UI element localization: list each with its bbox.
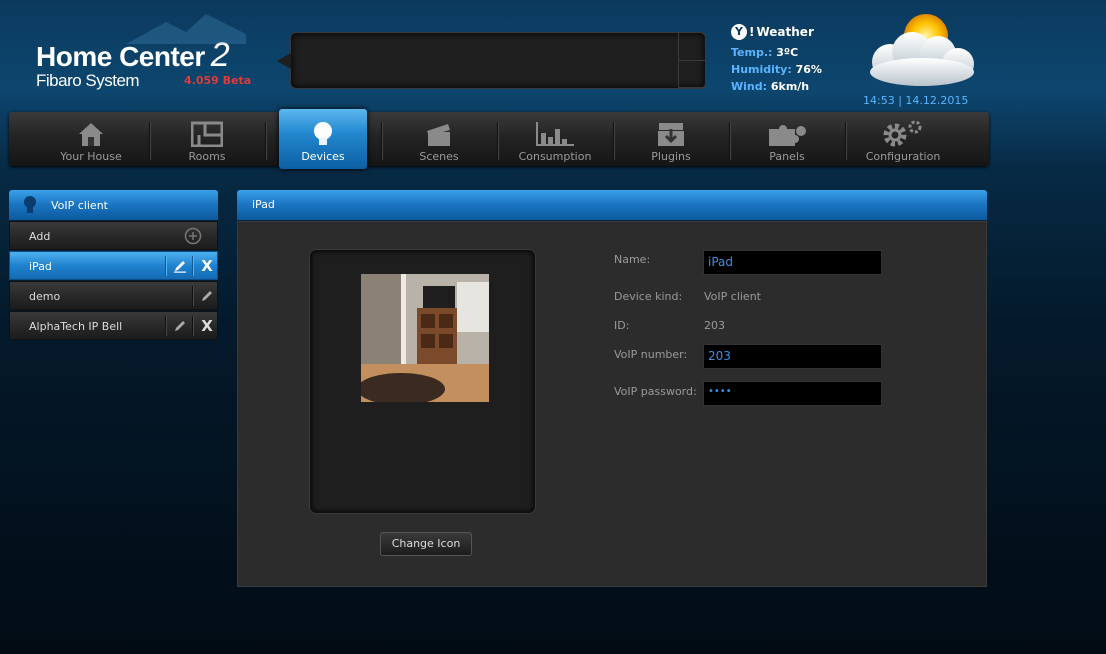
list-item-demo[interactable]: demo — [9, 281, 218, 310]
add-label: Add — [29, 230, 51, 243]
voip-number-label: VoIP number: — [614, 348, 688, 361]
edit-icon[interactable] — [171, 257, 189, 275]
humidity-value: 76% — [795, 63, 822, 76]
list-item-label: AlphaTech IP Bell — [29, 320, 123, 333]
message-scroll[interactable] — [678, 33, 705, 88]
house-outline-icon — [126, 14, 246, 44]
bulb-icon — [24, 196, 36, 213]
change-icon-button[interactable]: Change Icon — [380, 532, 472, 556]
add-device-button[interactable]: Add — [9, 221, 218, 250]
nav-devices[interactable]: Devices — [279, 109, 367, 169]
puzzle-icon — [769, 125, 806, 146]
nav-consumption[interactable]: Consumption — [497, 112, 613, 166]
id-label: ID: — [614, 319, 630, 332]
name-label: Name: — [614, 253, 651, 266]
gears-icon — [883, 120, 922, 147]
nav-label: Panels — [769, 150, 805, 163]
wind-value: 6km/h — [770, 80, 810, 93]
yahoo-icon: Y — [731, 24, 747, 40]
logo: Home Center 2 Fibaro System 4.059 Beta — [36, 14, 251, 91]
device-kind-label: Device kind: — [614, 290, 683, 303]
clapperboard-icon — [427, 124, 450, 146]
device-panel: Change Icon Name: iPad Device kind: VoIP… — [237, 221, 987, 587]
voip-number-field[interactable]: 203 — [703, 344, 882, 369]
edit-icon[interactable] — [171, 317, 189, 335]
nav-label: Rooms — [188, 150, 226, 163]
voip-password-label: VoIP password: — [614, 385, 697, 398]
delete-icon[interactable]: X — [198, 257, 216, 275]
nav-label: Your House — [60, 150, 122, 163]
id-value: 203 — [704, 319, 725, 332]
nav-plugins[interactable]: Plugins — [613, 112, 729, 166]
weather-panel: Y! Weather Temp.: 3ºC Humidity: 76% Wind… — [731, 24, 822, 97]
temp-label: Temp.: — [731, 46, 773, 59]
list-item-ipad[interactable]: iPad X — [9, 251, 218, 280]
humidity-label: Humidity: — [731, 63, 792, 76]
nav-scenes[interactable]: Scenes — [381, 112, 497, 166]
weather-brand-label: Weather — [756, 25, 814, 39]
message-box — [277, 32, 706, 89]
nav-configuration[interactable]: Configuration — [845, 112, 961, 166]
sidebar-title: VoIP client — [51, 198, 108, 212]
list-item-label: demo — [29, 290, 61, 303]
house-icon — [79, 123, 103, 146]
add-icon[interactable] — [184, 227, 202, 245]
partly-cloudy-icon — [870, 14, 974, 86]
version-label: 4.059 Beta — [184, 74, 252, 87]
rooms-icon — [191, 121, 223, 147]
list-item-alphatech[interactable]: AlphaTech IP Bell X — [9, 311, 218, 340]
nav-label: Scenes — [419, 150, 459, 163]
name-field[interactable]: iPad — [703, 250, 882, 275]
device-icon-frame — [310, 250, 535, 513]
delete-icon[interactable]: X — [198, 317, 216, 335]
wind-label: Wind: — [731, 80, 768, 93]
device-panel-header: iPad — [237, 190, 987, 220]
nav-rooms[interactable]: Rooms — [149, 112, 265, 166]
message-scroll-down[interactable] — [679, 61, 705, 88]
nav-label: Configuration — [865, 150, 941, 163]
nav-your-house[interactable]: Your House — [33, 112, 149, 166]
device-list: Add iPad X demo AlphaTech IP Bell X — [9, 221, 218, 341]
message-scroll-up[interactable] — [679, 33, 705, 61]
sidebar-header: VoIP client — [9, 190, 218, 220]
nav-label: Plugins — [651, 150, 691, 163]
nav-label: Devices — [301, 150, 345, 163]
device-photo — [361, 274, 489, 402]
nav-label: Consumption — [518, 150, 592, 163]
voip-password-field[interactable]: •••• — [703, 381, 882, 406]
datetime-label: 14:53 | 14.12.2015 — [863, 94, 969, 107]
device-kind-value: VoIP client — [704, 290, 761, 303]
nav-panels[interactable]: Panels — [729, 112, 845, 166]
list-item-label: iPad — [29, 260, 52, 273]
weather-brand: Y! Weather — [731, 24, 822, 40]
main-nav: Your House Rooms Devices Scenes Consumpt… — [9, 109, 989, 169]
edit-icon[interactable] — [198, 287, 216, 305]
device-panel-title: iPad — [252, 198, 275, 211]
download-box-icon — [658, 123, 684, 146]
chart-icon — [536, 122, 574, 146]
bulb-icon — [314, 122, 332, 145]
temp-value: 3ºC — [776, 46, 799, 59]
